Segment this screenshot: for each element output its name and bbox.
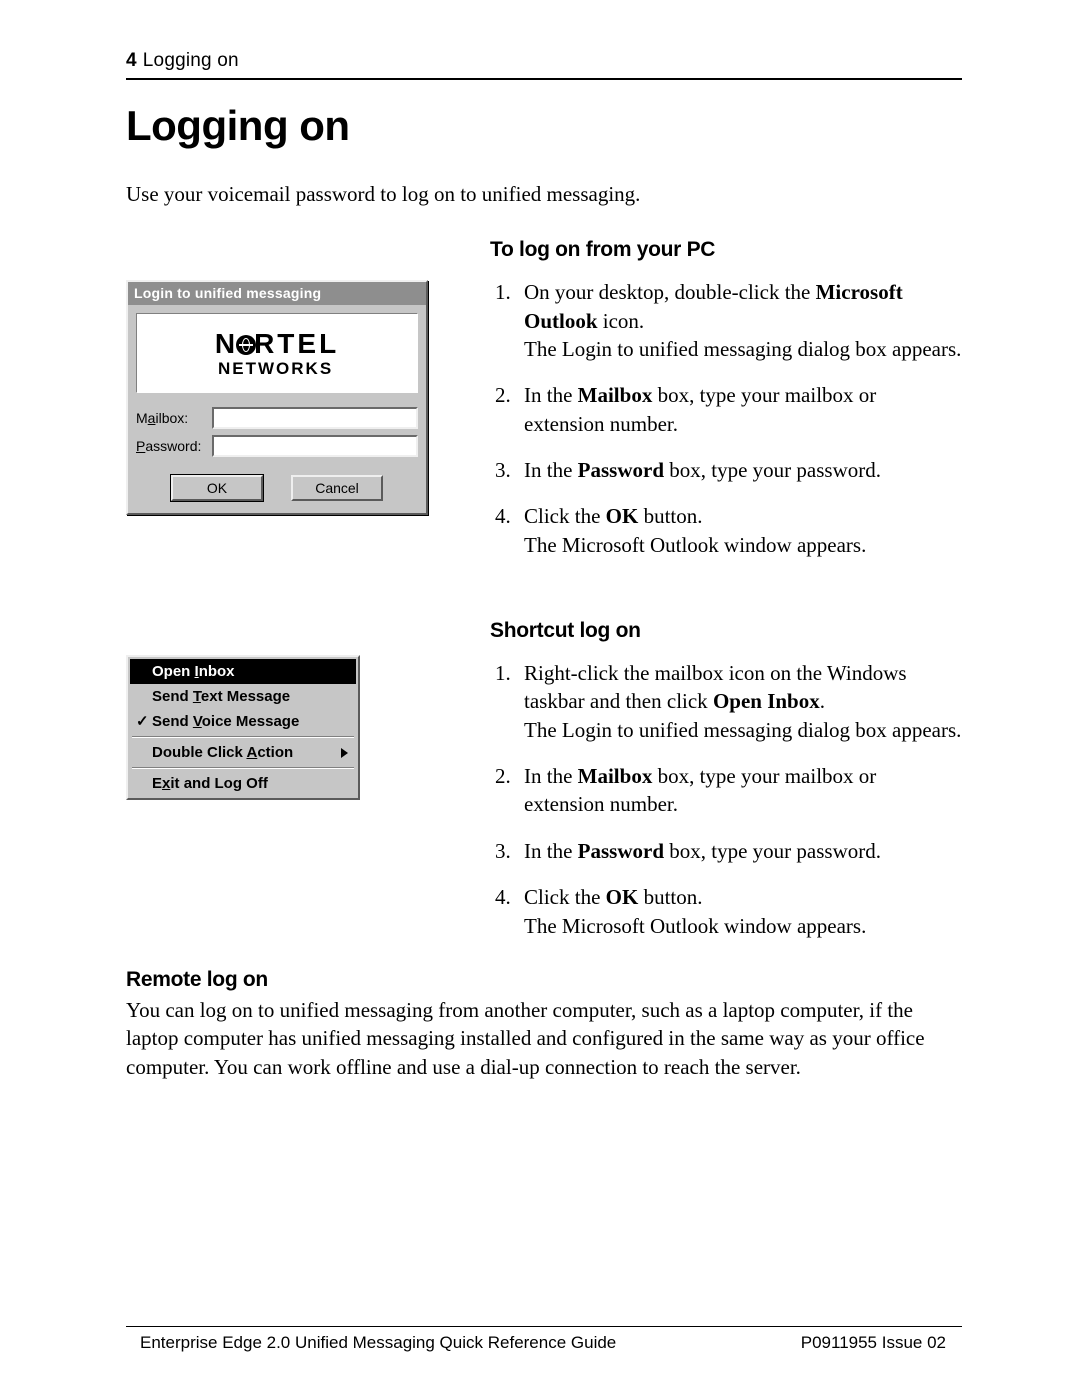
page-footer: Enterprise Edge 2.0 Unified Messaging Qu… — [126, 1326, 962, 1353]
menu-send-voice[interactable]: Send Voice Message — [130, 709, 356, 734]
pc-step-1: On your desktop, double-click the Micros… — [516, 278, 962, 363]
pc-step-3: In the Password box, type your password. — [516, 456, 962, 484]
ok-button[interactable]: OK — [171, 475, 263, 501]
shortcut-step-2: In the Mailbox box, type your mailbox or… — [516, 762, 962, 819]
shortcut-heading: Shortcut log on — [490, 619, 962, 643]
intro-paragraph: Use your voicemail password to log on to… — [126, 180, 962, 208]
page-number: 4 — [126, 50, 137, 72]
remote-body: You can log on to unified messaging from… — [126, 996, 962, 1081]
page-title: Logging on — [126, 102, 962, 150]
footer-rule — [126, 1326, 962, 1327]
remote-heading: Remote log on — [126, 968, 962, 992]
password-label: Password: — [136, 438, 212, 454]
brand-n: N — [215, 328, 238, 359]
globe-icon — [236, 335, 256, 355]
shortcut-steps: Right-click the mailbox icon on the Wind… — [490, 659, 962, 940]
brand-logo: N RTEL NETWORKS — [136, 313, 418, 393]
brand-rtel: RTEL — [254, 328, 339, 359]
shortcut-step-3: In the Password box, type your password. — [516, 837, 962, 865]
menu-exit-logoff[interactable]: Exit and Log Off — [130, 771, 356, 796]
mailbox-input[interactable] — [212, 407, 418, 429]
mailbox-label: Mailbox: — [136, 410, 212, 426]
context-menu: Open Inbox Send Text Message Send Voice … — [126, 655, 360, 800]
footer-right: P0911955 Issue 02 — [801, 1333, 946, 1353]
menu-separator — [132, 736, 354, 738]
shortcut-step-1: Right-click the mailbox icon on the Wind… — [516, 659, 962, 744]
running-header: 4 Logging on — [126, 50, 962, 72]
menu-send-text[interactable]: Send Text Message — [130, 684, 356, 709]
shortcut-step-4: Click the OK button.The Microsoft Outloo… — [516, 883, 962, 940]
footer-left: Enterprise Edge 2.0 Unified Messaging Qu… — [140, 1333, 616, 1353]
dialog-titlebar: Login to unified messaging — [128, 282, 426, 305]
menu-open-inbox[interactable]: Open Inbox — [130, 659, 356, 684]
pc-heading: To log on from your PC — [490, 238, 962, 262]
running-title: Logging on — [143, 50, 239, 72]
brand-networks: NETWORKS — [215, 360, 339, 377]
pc-steps: On your desktop, double-click the Micros… — [490, 278, 962, 559]
menu-separator — [132, 767, 354, 769]
password-input[interactable] — [212, 435, 418, 457]
menu-double-click-action[interactable]: Double Click Action — [130, 740, 356, 765]
cancel-button[interactable]: Cancel — [291, 475, 383, 501]
pc-step-2: In the Mailbox box, type your mailbox or… — [516, 381, 962, 438]
login-dialog: Login to unified messaging N RTEL NETWORK… — [126, 280, 428, 515]
pc-step-4: Click the OK button.The Microsoft Outloo… — [516, 502, 962, 559]
header-rule — [126, 78, 962, 80]
